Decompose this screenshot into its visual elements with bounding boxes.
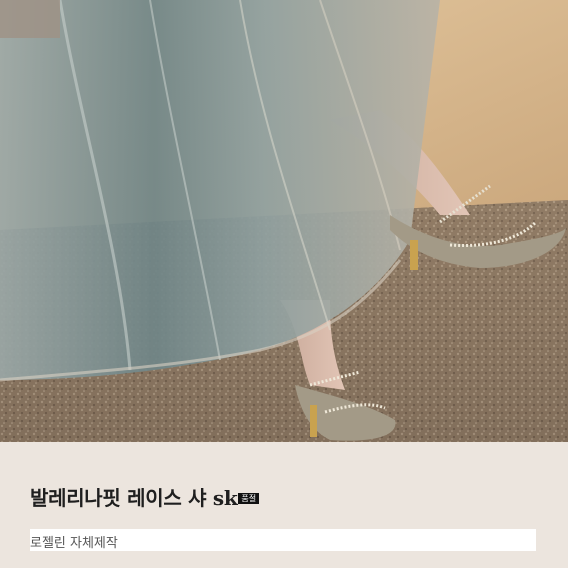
sold-out-badge: 품절 [238, 492, 260, 504]
product-photo[interactable] [0, 0, 568, 442]
product-title-row[interactable]: 발레리나핏 레이스 샤 sk 품절 [30, 482, 260, 511]
product-info: 발레리나핏 레이스 샤 sk 품절 로젤린 자체제작 [0, 442, 568, 568]
product-title[interactable]: 발레리나핏 레이스 샤 sk [30, 482, 238, 511]
product-subtitle: 로젤린 자체제작 [30, 536, 118, 551]
product-card[interactable]: 발레리나핏 레이스 샤 sk 품절 로젤린 자체제작 [0, 0, 568, 568]
product-photo-illustration [0, 0, 568, 442]
product-subtitle-box: 로젤린 자체제작 [30, 529, 536, 551]
